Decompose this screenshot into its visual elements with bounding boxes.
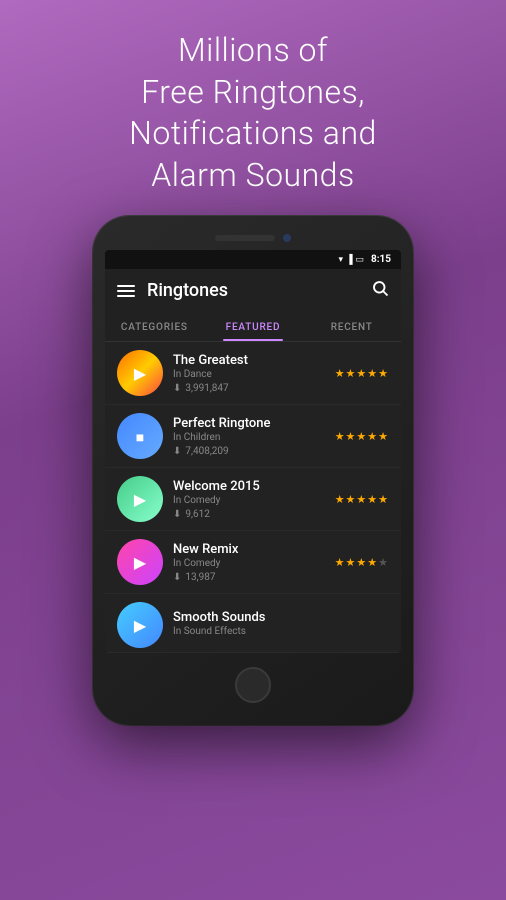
- download-icon: ⬇: [173, 509, 181, 520]
- ringtone-thumb: [117, 413, 163, 459]
- hero-text: Millions of Free Ringtones, Notification…: [89, 30, 417, 196]
- ringtone-name: Welcome 2015: [173, 479, 325, 494]
- ringtone-item[interactable]: Perfect Ringtone In Children ⬇ 7,408,209…: [105, 405, 401, 468]
- ringtone-thumb: [117, 539, 163, 585]
- download-icon: ⬇: [173, 446, 181, 457]
- wifi-icon: ▾: [339, 255, 344, 265]
- status-time: 8:15: [371, 254, 391, 265]
- download-count: 7,408,209: [185, 446, 228, 457]
- ringtone-meta: ⬇ 3,991,847: [173, 383, 325, 394]
- ringtone-category: In Sound Effects: [173, 626, 389, 637]
- ringtone-info: Welcome 2015 In Comedy ⬇ 9,612: [173, 479, 325, 520]
- ringtone-category: In Comedy: [173, 495, 325, 506]
- phone-camera: [283, 234, 291, 242]
- download-icon: ⬇: [173, 383, 181, 394]
- play-icon: [134, 552, 146, 573]
- ringtone-thumb: [117, 476, 163, 522]
- status-bar: ▾ ▐ ▭ 8:15: [105, 250, 401, 269]
- hamburger-menu[interactable]: [117, 285, 135, 297]
- ringtone-item[interactable]: Smooth Sounds In Sound Effects: [105, 594, 401, 653]
- search-button[interactable]: [371, 279, 389, 302]
- play-icon: [134, 615, 146, 636]
- ringtone-info: The Greatest In Dance ⬇ 3,991,847: [173, 353, 325, 394]
- ringtone-name: Perfect Ringtone: [173, 416, 325, 431]
- status-icons: ▾ ▐ ▭ 8:15: [339, 254, 391, 265]
- tabs-bar: CATEGORIES FEATURED RECENT: [105, 312, 401, 342]
- ringtone-thumb: [117, 602, 163, 648]
- phone-mockup: ▾ ▐ ▭ 8:15 Ringtones: [93, 216, 413, 725]
- hero-line2: Free Ringtones,: [141, 73, 365, 111]
- ringtone-info: New Remix In Comedy ⬇ 13,987: [173, 542, 325, 583]
- hero-line3: Notifications and: [129, 114, 377, 152]
- tab-featured[interactable]: FEATURED: [204, 312, 303, 341]
- download-icon: ⬇: [173, 572, 181, 583]
- star-rating: ★★★★★: [335, 367, 389, 380]
- play-icon: [134, 489, 146, 510]
- ringtone-item[interactable]: The Greatest In Dance ⬇ 3,991,847 ★★★★★: [105, 342, 401, 405]
- ringtone-info: Smooth Sounds In Sound Effects: [173, 610, 389, 640]
- ringtone-category: In Dance: [173, 369, 325, 380]
- ringtone-name: The Greatest: [173, 353, 325, 368]
- ringtone-meta: ⬇ 13,987: [173, 572, 325, 583]
- ringtone-list: The Greatest In Dance ⬇ 3,991,847 ★★★★★: [105, 342, 401, 653]
- ringtone-info: Perfect Ringtone In Children ⬇ 7,408,209: [173, 416, 325, 457]
- ringtone-category: In Children: [173, 432, 325, 443]
- ringtone-meta: ⬇ 9,612: [173, 509, 325, 520]
- download-count: 3,991,847: [185, 383, 228, 394]
- app-header: Ringtones: [105, 269, 401, 312]
- download-count: 13,987: [185, 572, 215, 583]
- battery-icon: ▭: [355, 255, 364, 265]
- ringtone-item[interactable]: Welcome 2015 In Comedy ⬇ 9,612 ★★★★★: [105, 468, 401, 531]
- ringtone-name: New Remix: [173, 542, 325, 557]
- hero-line1: Millions of: [178, 31, 328, 69]
- ringtone-thumb: [117, 350, 163, 396]
- app-title: Ringtones: [147, 280, 359, 301]
- download-count: 9,612: [185, 509, 209, 520]
- hero-line4: Alarm Sounds: [151, 156, 354, 194]
- phone-top-bar: [105, 234, 401, 242]
- signal-icon: ▐: [346, 254, 352, 265]
- home-button[interactable]: [235, 667, 271, 703]
- star-rating: ★★★★★: [335, 430, 389, 443]
- phone-screen: ▾ ▐ ▭ 8:15 Ringtones: [105, 250, 401, 653]
- phone-speaker: [215, 235, 275, 241]
- star-rating: ★★★★★: [335, 493, 389, 506]
- ringtone-meta: ⬇ 7,408,209: [173, 446, 325, 457]
- star-rating: ★★★★★: [335, 556, 389, 569]
- ringtone-name: Smooth Sounds: [173, 610, 389, 625]
- stop-icon: [136, 426, 144, 447]
- ringtone-item[interactable]: New Remix In Comedy ⬇ 13,987 ★★★★★: [105, 531, 401, 594]
- tab-categories[interactable]: CATEGORIES: [105, 312, 204, 341]
- ringtone-category: In Comedy: [173, 558, 325, 569]
- play-icon: [134, 363, 146, 384]
- tab-recent[interactable]: RECENT: [302, 312, 401, 341]
